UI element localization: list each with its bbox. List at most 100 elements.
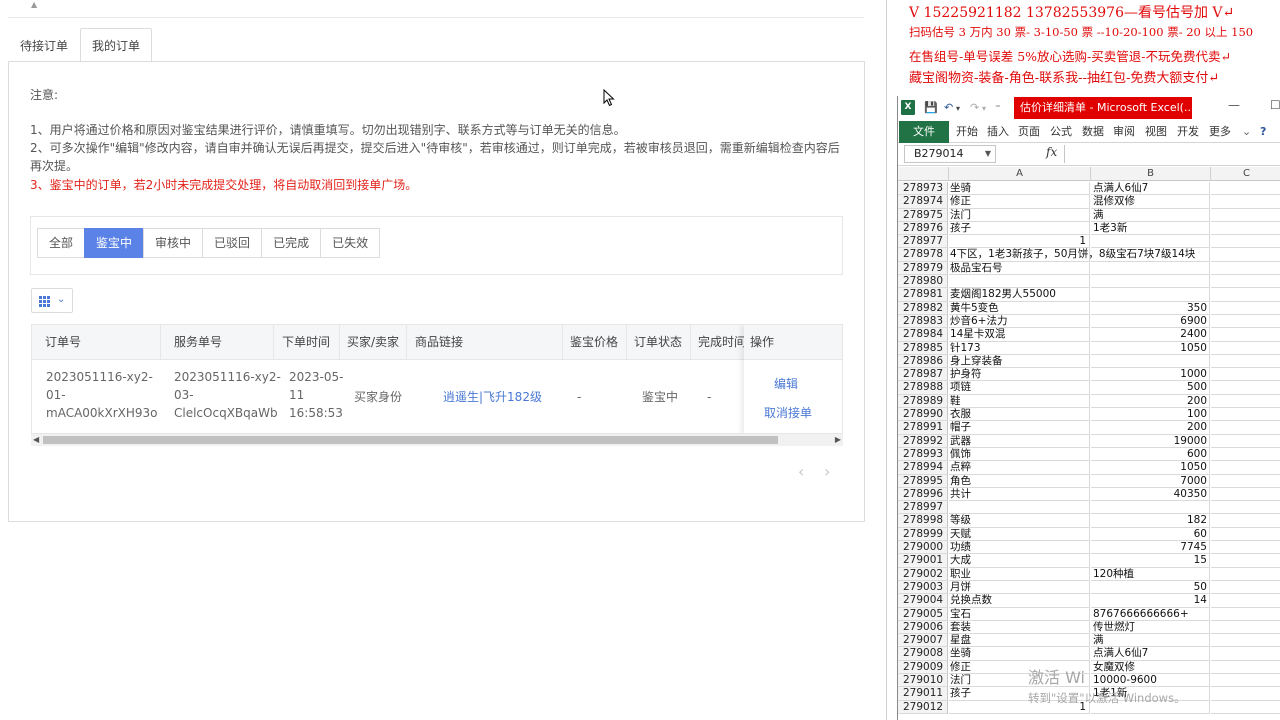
- tab-pending-orders[interactable]: 待接订单: [8, 28, 80, 62]
- row-number[interactable]: 278992: [898, 434, 948, 448]
- cell-c[interactable]: [1211, 435, 1280, 448]
- cell-c[interactable]: [1211, 315, 1280, 329]
- select-all-corner[interactable]: [898, 167, 949, 181]
- cell-a[interactable]: 宝石: [949, 607, 1090, 621]
- column-settings-button[interactable]: ⌄: [31, 288, 73, 313]
- cell-b[interactable]: 女魔双修: [1091, 660, 1210, 674]
- prev-page-button[interactable]: ‹: [798, 462, 804, 481]
- spreadsheet-grid[interactable]: A B C 278973 坐骑 点满人6仙7 278974 修正 混修双修 278975 法门…: [898, 167, 1280, 720]
- cell-c[interactable]: [1211, 701, 1280, 714]
- cell-c[interactable]: [1211, 222, 1280, 236]
- cell-b[interactable]: 1000: [1091, 368, 1210, 382]
- cell-b[interactable]: 1050: [1091, 461, 1210, 475]
- row-number[interactable]: 278979: [898, 261, 948, 276]
- cell-b[interactable]: [1091, 275, 1210, 289]
- cell-c[interactable]: [1211, 661, 1280, 674]
- cell-a[interactable]: 1: [949, 235, 1090, 249]
- horizontal-scrollbar[interactable]: ◀ ▶: [31, 434, 843, 446]
- cell-b[interactable]: 50: [1091, 580, 1210, 595]
- scroll-left-icon[interactable]: ◀: [33, 434, 39, 446]
- row-number[interactable]: 278988: [898, 381, 948, 395]
- cell-a[interactable]: 兑换点数: [949, 594, 1090, 608]
- row-number[interactable]: 278986: [898, 354, 948, 369]
- cell-a[interactable]: 点粹: [949, 461, 1090, 475]
- cell-a[interactable]: 武器: [949, 434, 1090, 448]
- ribbon-tab-developer[interactable]: 开发: [1177, 121, 1199, 143]
- cell-a[interactable]: 身上穿装备: [949, 354, 1090, 369]
- ribbon-tab-insert[interactable]: 插入: [987, 121, 1009, 143]
- cell-b[interactable]: 2400: [1091, 328, 1210, 342]
- cell-c[interactable]: [1211, 501, 1280, 515]
- cell-c[interactable]: [1211, 195, 1280, 209]
- cell-a[interactable]: 鞋: [949, 394, 1090, 409]
- cell-c[interactable]: [1211, 647, 1280, 661]
- cell-b[interactable]: 40350: [1091, 487, 1210, 502]
- cell-b[interactable]: [1091, 501, 1210, 515]
- cell-a[interactable]: 护身符: [949, 368, 1090, 382]
- row-number[interactable]: 279010: [898, 673, 948, 688]
- cell-a[interactable]: 麦烟阁182男人55000: [949, 288, 1090, 302]
- row-number[interactable]: 278991: [898, 421, 948, 435]
- cell-c[interactable]: [1211, 381, 1280, 395]
- cell-c[interactable]: [1211, 288, 1280, 302]
- ribbon-tab-review[interactable]: 审阅: [1113, 121, 1135, 143]
- cell-c[interactable]: [1211, 395, 1280, 409]
- cell-b[interactable]: 6900: [1091, 314, 1210, 329]
- cell-c[interactable]: [1211, 182, 1280, 196]
- cell-b[interactable]: 点满人6仙7: [1091, 647, 1210, 661]
- cell-c[interactable]: [1211, 209, 1280, 222]
- cell-c[interactable]: [1211, 621, 1280, 635]
- cell-b[interactable]: 15: [1091, 554, 1210, 568]
- cancel-order-button[interactable]: 取消接单: [764, 404, 812, 421]
- cell-a[interactable]: 职业: [949, 567, 1090, 581]
- column-header-b[interactable]: B: [1091, 167, 1211, 181]
- cell-b[interactable]: [1091, 235, 1210, 249]
- cell-a[interactable]: 修正: [949, 195, 1090, 209]
- cell-c[interactable]: [1211, 275, 1280, 289]
- product-link[interactable]: 逍遥生|飞升182级: [443, 388, 542, 406]
- cell-c[interactable]: [1211, 262, 1280, 276]
- cell-c[interactable]: [1211, 608, 1280, 621]
- row-number[interactable]: 278978: [898, 248, 948, 262]
- row-number[interactable]: 278994: [898, 461, 948, 475]
- tab-my-orders[interactable]: 我的订单: [80, 28, 153, 63]
- cell-a[interactable]: 14星卡双混: [949, 328, 1090, 342]
- scroll-right-icon[interactable]: ▶: [835, 434, 841, 446]
- cell-b[interactable]: 满: [1091, 634, 1210, 648]
- row-number[interactable]: 279001: [898, 554, 948, 568]
- row-number[interactable]: 278990: [898, 408, 948, 422]
- row-number[interactable]: 279004: [898, 594, 948, 608]
- cell-b[interactable]: 100: [1091, 408, 1210, 422]
- ribbon-tab-file[interactable]: 文件: [899, 121, 949, 143]
- cell-b[interactable]: 200: [1091, 394, 1210, 409]
- cell-c[interactable]: [1211, 568, 1280, 581]
- cell-c[interactable]: [1211, 328, 1280, 342]
- cell-a[interactable]: 衣服: [949, 408, 1090, 422]
- row-number[interactable]: 278989: [898, 394, 948, 409]
- row-number[interactable]: 278997: [898, 501, 948, 515]
- row-number[interactable]: 279000: [898, 541, 948, 555]
- cell-a[interactable]: 帽子: [949, 421, 1090, 435]
- cell-a[interactable]: 法门: [949, 208, 1090, 222]
- cell-a[interactable]: 坐骑: [949, 647, 1090, 661]
- cell-b[interactable]: 1050: [1091, 341, 1210, 355]
- cell-c[interactable]: [1211, 235, 1280, 249]
- cell-a[interactable]: 功绩: [949, 541, 1090, 555]
- cell-a[interactable]: 极品宝石号: [949, 261, 1090, 276]
- cell-a[interactable]: 套装: [949, 620, 1090, 635]
- cell-b[interactable]: 7000: [1091, 474, 1210, 488]
- formula-input[interactable]: [1064, 145, 1280, 163]
- row-number[interactable]: 278998: [898, 514, 948, 528]
- cell-b[interactable]: 600: [1091, 447, 1210, 462]
- column-header-c[interactable]: C: [1211, 167, 1280, 181]
- ribbon-tab-formulas[interactable]: 公式: [1050, 121, 1072, 143]
- cell-b[interactable]: 8767666666666+: [1091, 607, 1210, 621]
- ribbon-tab-more[interactable]: 更多: [1209, 121, 1231, 143]
- minimize-icon[interactable]: —: [1228, 98, 1240, 112]
- undo-icon[interactable]: ↶: [944, 101, 953, 114]
- cell-a[interactable]: 针173: [949, 341, 1090, 355]
- cell-c[interactable]: [1211, 581, 1280, 595]
- row-number[interactable]: 278976: [898, 221, 948, 236]
- row-number[interactable]: 279011: [898, 687, 948, 701]
- cell-b[interactable]: 200: [1091, 421, 1210, 435]
